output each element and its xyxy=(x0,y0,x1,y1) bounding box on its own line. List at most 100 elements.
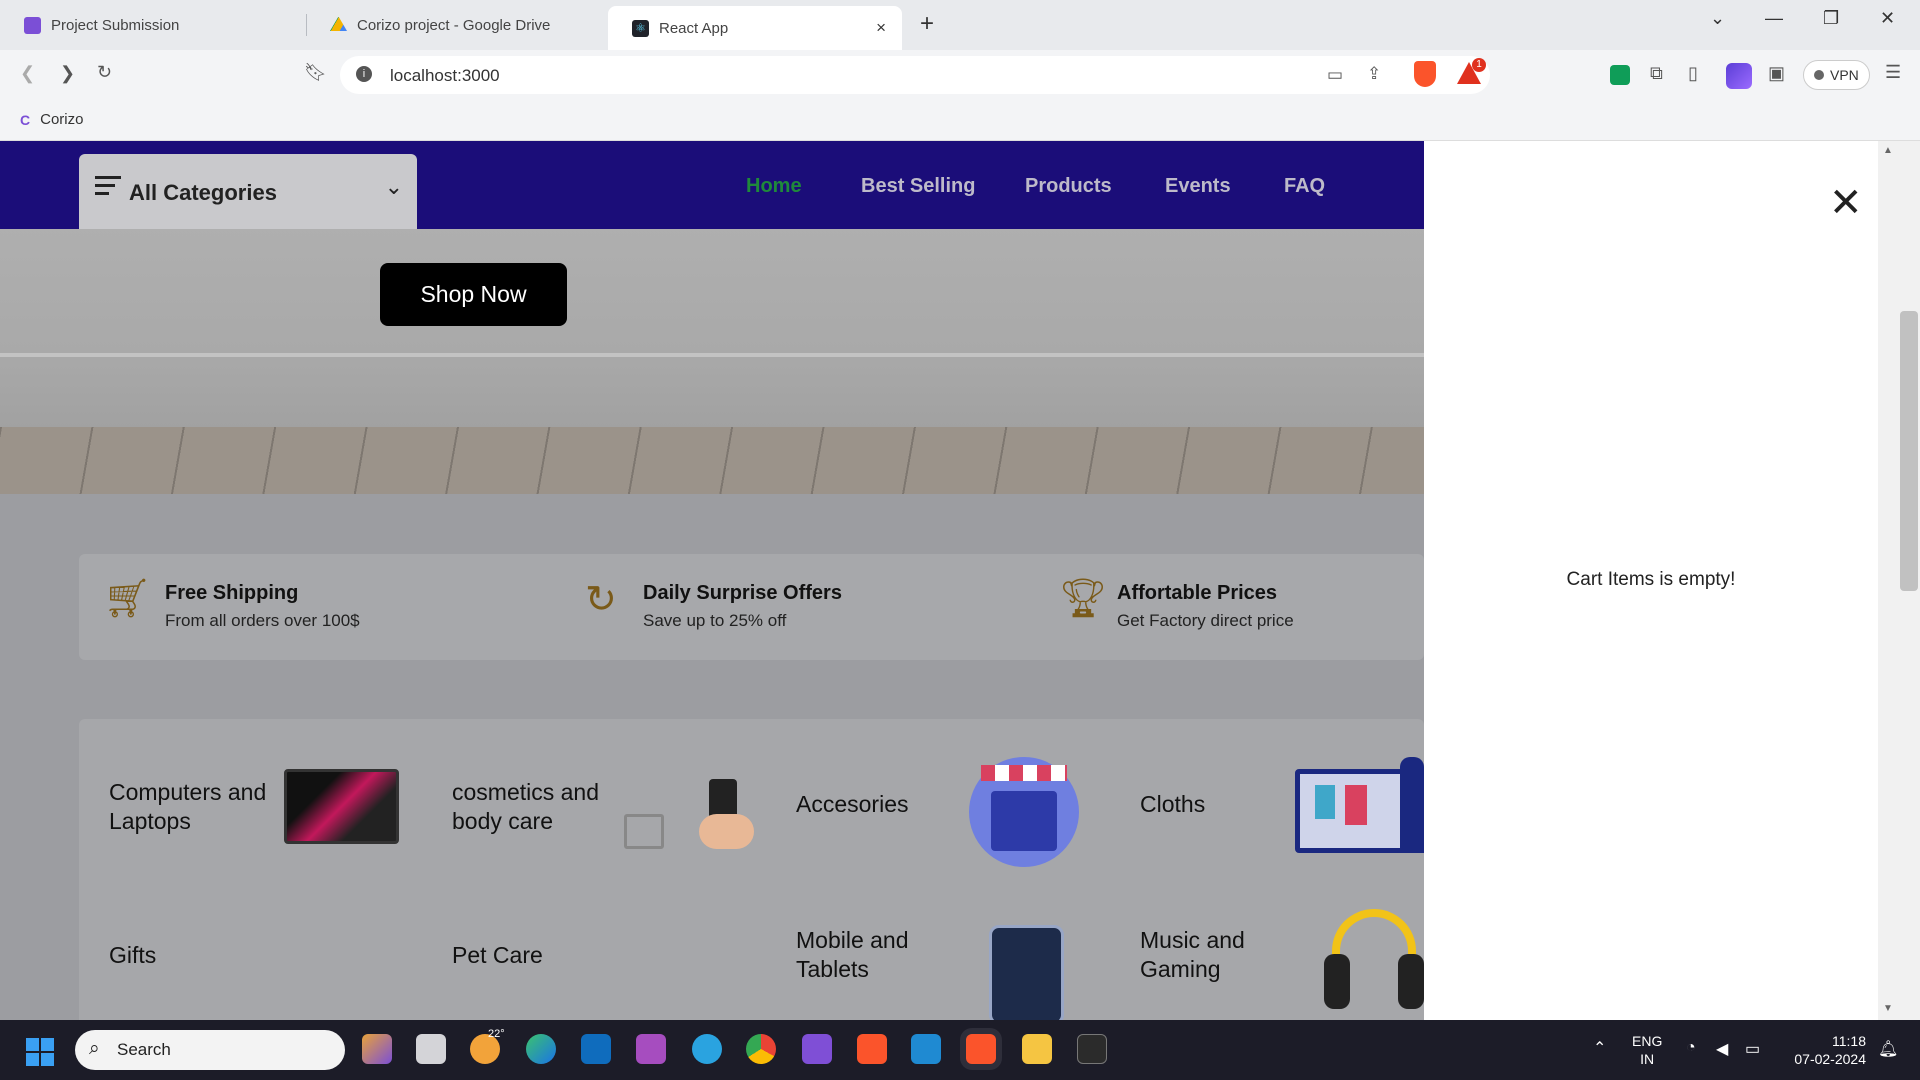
wifi-icon[interactable]: ◔ xyxy=(1686,1039,1696,1057)
back-icon[interactable]: ❮ xyxy=(20,63,35,84)
menu-icon[interactable]: ☰ xyxy=(1885,62,1901,83)
category-mobile[interactable]: Mobile and Tablets xyxy=(796,926,946,984)
edge-icon[interactable] xyxy=(526,1034,556,1064)
bookmarks-bar: C Corizo xyxy=(0,100,1920,141)
bookmark-icon[interactable]: 🔖︎ xyxy=(304,62,327,83)
search-label: Search xyxy=(117,1040,171,1059)
file-manager-icon[interactable] xyxy=(416,1034,446,1064)
terminal-icon[interactable] xyxy=(1077,1034,1107,1064)
forward-icon[interactable]: ❯ xyxy=(60,63,75,84)
tab-bar: Project Submission Corizo project - Goog… xyxy=(0,0,1920,50)
minimize-icon[interactable]: — xyxy=(1765,8,1783,29)
bookmark-label: Corizo xyxy=(40,111,84,128)
nav-best-selling[interactable]: Best Selling xyxy=(861,175,975,198)
headphones-image xyxy=(1324,909,1424,1019)
folder-icon[interactable] xyxy=(1022,1034,1052,1064)
telegram-icon[interactable] xyxy=(692,1034,722,1064)
feature-daily-offers: ↻ Daily Surprise Offers Save up to 25% o… xyxy=(585,579,842,631)
categories-grid: Computers and Laptops cosmetics and body… xyxy=(79,719,1424,1020)
tab-search-icon[interactable]: ⌄ xyxy=(1710,8,1725,29)
feature-subtitle: From all orders over 100$ xyxy=(165,611,360,630)
category-gifts[interactable]: Gifts xyxy=(109,941,156,970)
bookmark-corizo[interactable]: C Corizo xyxy=(20,111,83,128)
extension-icon[interactable] xyxy=(1610,65,1630,85)
vpn-label: VPN xyxy=(1830,67,1859,83)
feature-title: Free Shipping xyxy=(165,582,299,604)
vscode-icon[interactable] xyxy=(911,1034,941,1064)
site-header: All Categories ⌄ Home Best Selling Produ… xyxy=(0,141,1424,229)
scroll-up-icon[interactable]: ▲ xyxy=(1883,145,1893,156)
shop-now-button[interactable]: Shop Now xyxy=(380,263,567,326)
tab-google-drive[interactable]: Corizo project - Google Drive xyxy=(306,6,606,44)
brave-icon[interactable] xyxy=(857,1034,887,1064)
category-pet-care[interactable]: Pet Care xyxy=(452,941,543,970)
features-bar: 🛒︎ Free Shipping From all orders over 10… xyxy=(79,554,1424,660)
extension-icon[interactable] xyxy=(1726,63,1752,89)
brave-active-icon[interactable] xyxy=(966,1034,996,1064)
battery-icon[interactable]: ▭ xyxy=(1745,1039,1760,1059)
category-accesories[interactable]: Accesories xyxy=(796,790,908,819)
chevron-up-icon[interactable]: ⌃ xyxy=(1593,1038,1606,1058)
feature-title: Daily Surprise Offers xyxy=(643,582,842,604)
corizo-icon: C xyxy=(20,111,31,128)
feature-subtitle: Get Factory direct price xyxy=(1117,611,1294,630)
lang-code: ENG xyxy=(1632,1033,1663,1049)
app-icon[interactable] xyxy=(362,1034,392,1064)
scroll-down-icon[interactable]: ▼ xyxy=(1883,1003,1893,1014)
address-bar[interactable]: i localhost:3000 ▭ ⇪ xyxy=(340,56,1490,94)
share-icon[interactable]: ⇪ xyxy=(1367,64,1381,84)
cloths-image xyxy=(1295,757,1424,867)
notification-bell-icon[interactable]: 🔔︎ xyxy=(1878,1039,1898,1059)
install-app-icon[interactable]: ▭ xyxy=(1327,65,1343,85)
category-computers[interactable]: Computers and Laptops xyxy=(109,778,279,836)
hero-divider xyxy=(0,353,1424,357)
phone-image xyxy=(989,925,1064,1020)
windows-start-icon[interactable] xyxy=(26,1038,54,1066)
scrollbar[interactable]: ▲ ▼ xyxy=(1878,141,1920,1020)
category-music[interactable]: Music and Gaming xyxy=(1140,926,1290,984)
app-icon[interactable] xyxy=(636,1034,666,1064)
outlook-icon[interactable] xyxy=(581,1034,611,1064)
nav-home[interactable]: Home xyxy=(746,175,802,198)
close-tab-icon[interactable]: × xyxy=(876,18,886,38)
nav-products[interactable]: Products xyxy=(1025,175,1112,198)
hero-floor-image xyxy=(0,427,1424,494)
nav-events[interactable]: Events xyxy=(1165,175,1231,198)
scrollbar-thumb[interactable] xyxy=(1900,311,1918,591)
vpn-button[interactable]: VPN xyxy=(1803,60,1870,90)
visual-studio-icon[interactable] xyxy=(802,1034,832,1064)
close-icon[interactable]: ✕ xyxy=(1829,183,1863,223)
tab-react-app[interactable]: ⚛ React App × xyxy=(608,6,902,50)
vpn-status-icon xyxy=(1814,70,1824,80)
new-tab-button[interactable]: + xyxy=(920,10,934,38)
sidebar-icon[interactable]: ▯ xyxy=(1688,63,1698,84)
chrome-icon[interactable] xyxy=(746,1034,776,1064)
google-drive-icon xyxy=(330,16,347,31)
tab-project-submission[interactable]: Project Submission xyxy=(0,6,305,44)
clock-date: 07-02-2024 xyxy=(1794,1051,1866,1067)
language-indicator[interactable]: ENG IN xyxy=(1632,1032,1662,1068)
page-content: Shop Now All Categories ⌄ Home Best Sell… xyxy=(0,141,1424,1020)
close-window-icon[interactable]: ✕ xyxy=(1880,8,1895,29)
restore-icon[interactable]: ❐ xyxy=(1823,8,1839,29)
feature-prices: 🏆︎ Affortable Prices Get Factory direct … xyxy=(1059,578,1294,631)
wallet-icon[interactable]: ▣ xyxy=(1768,63,1785,84)
feature-subtitle: Save up to 25% off xyxy=(643,611,787,630)
category-cosmetics[interactable]: cosmetics and body care xyxy=(452,778,612,836)
site-info-icon[interactable]: i xyxy=(356,66,372,82)
category-cloths[interactable]: Cloths xyxy=(1140,790,1205,819)
brave-shields-icon[interactable] xyxy=(1414,61,1436,87)
windows-taskbar: ⌕ Search 22° ⌃ ENG IN ◔ ◀ ▭ 11:18 07-02-… xyxy=(0,1020,1920,1080)
tab-title: React App xyxy=(659,19,729,37)
forms-icon xyxy=(24,16,41,34)
volume-icon[interactable]: ◀ xyxy=(1716,1039,1728,1059)
extensions-puzzle-icon[interactable]: ⧉ xyxy=(1650,63,1663,84)
laptop-image xyxy=(284,769,399,844)
tab-title: Project Submission xyxy=(51,16,180,34)
all-categories-dropdown[interactable]: All Categories ⌄ xyxy=(79,154,417,229)
taskbar-search[interactable]: ⌕ Search xyxy=(75,1030,345,1070)
navigation-bar: ❮ ❯ ↻ 🔖︎ i localhost:3000 ▭ ⇪ 1 ⧉ ▯ ▣ VP… xyxy=(0,50,1920,100)
reload-icon[interactable]: ↻ xyxy=(97,62,112,83)
clock[interactable]: 11:18 07-02-2024 xyxy=(1786,1032,1866,1068)
nav-faq[interactable]: FAQ xyxy=(1284,175,1325,198)
